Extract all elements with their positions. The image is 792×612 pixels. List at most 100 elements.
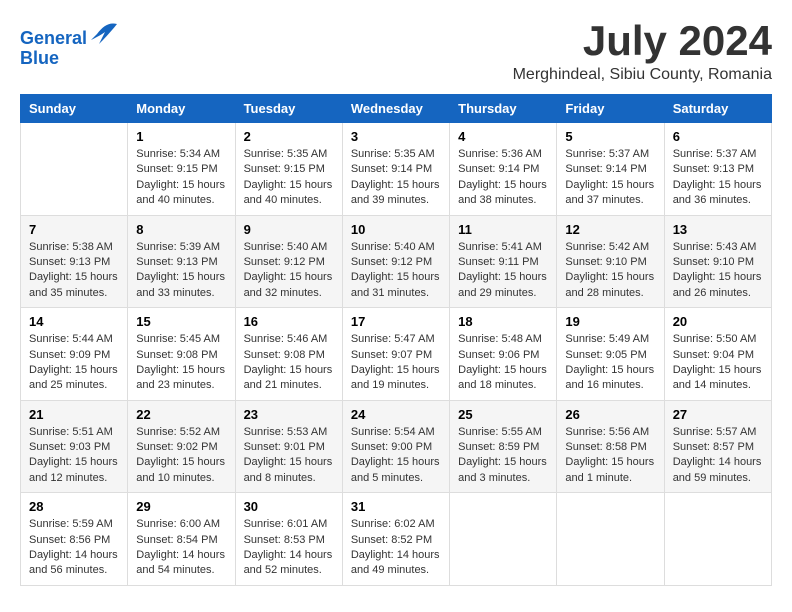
calendar-cell: 19 Sunrise: 5:49 AMSunset: 9:05 PMDayligh… xyxy=(557,308,664,401)
day-header-thursday: Thursday xyxy=(450,95,557,123)
day-info: Sunrise: 5:56 AMSunset: 8:58 PMDaylight:… xyxy=(565,425,655,487)
day-header-tuesday: Tuesday xyxy=(235,95,342,123)
day-number: 19 xyxy=(565,314,655,329)
day-info: Sunrise: 5:46 AMSunset: 9:08 PMDaylight:… xyxy=(244,332,334,394)
day-info: Sunrise: 5:41 AMSunset: 9:11 PMDaylight:… xyxy=(458,240,548,302)
calendar-cell: 5Sunrise: 5:37 AMSunset: 9:14 PMDaylight… xyxy=(557,123,664,216)
calendar-week-row: 14 Sunrise: 5:44 AMSunset: 9:09 PMDayligh… xyxy=(21,308,772,401)
day-number: 24 xyxy=(351,407,441,422)
day-info: Sunrise: 5:53 AMSunset: 9:01 PMDaylight:… xyxy=(244,425,334,487)
day-info: Sunrise: 5:40 AMSunset: 9:12 PMDaylight:… xyxy=(351,240,441,302)
day-header-saturday: Saturday xyxy=(664,95,771,123)
calendar-week-row: 1 Sunrise: 5:34 AMSunset: 9:15 PMDaylight… xyxy=(21,123,772,216)
day-number: 2 xyxy=(244,129,334,144)
calendar-cell: 2 Sunrise: 5:35 AMSunset: 9:15 PMDaylight… xyxy=(235,123,342,216)
day-number: 11 xyxy=(458,222,548,237)
calendar-week-row: 28 Sunrise: 5:59 AMSunset: 8:56 PMDayligh… xyxy=(21,493,772,586)
day-number: 28 xyxy=(29,499,119,514)
day-number: 23 xyxy=(244,407,334,422)
day-number: 29 xyxy=(136,499,226,514)
day-number: 17 xyxy=(351,314,441,329)
calendar-cell: 27 Sunrise: 5:57 AMSunset: 8:57 PMDayligh… xyxy=(664,400,771,493)
calendar-cell: 31 Sunrise: 6:02 AMSunset: 8:52 PMDayligh… xyxy=(342,493,449,586)
calendar-cell: 9 Sunrise: 5:40 AMSunset: 9:12 PMDaylight… xyxy=(235,215,342,308)
day-info: Sunrise: 5:36 AMSunset: 9:14 PMDaylight:… xyxy=(458,147,548,209)
day-number: 14 xyxy=(29,314,119,329)
logo-bird-icon xyxy=(89,20,119,44)
location-subtitle: Merghindeal, Sibiu County, Romania xyxy=(513,66,772,84)
calendar-cell: 14 Sunrise: 5:44 AMSunset: 9:09 PMDayligh… xyxy=(21,308,128,401)
day-info: Sunrise: 5:50 AMSunset: 9:04 PMDaylight:… xyxy=(673,332,763,394)
day-header-monday: Monday xyxy=(128,95,235,123)
calendar-cell: 20Sunrise: 5:50 AMSunset: 9:04 PMDayligh… xyxy=(664,308,771,401)
calendar-week-row: 21Sunrise: 5:51 AMSunset: 9:03 PMDayligh… xyxy=(21,400,772,493)
day-info: Sunrise: 5:34 AMSunset: 9:15 PMDaylight:… xyxy=(136,147,226,209)
day-info: Sunrise: 5:37 AMSunset: 9:14 PMDaylight:… xyxy=(565,147,655,209)
calendar-cell: 8Sunrise: 5:39 AMSunset: 9:13 PMDaylight… xyxy=(128,215,235,308)
day-info: Sunrise: 5:52 AMSunset: 9:02 PMDaylight:… xyxy=(136,425,226,487)
calendar-cell: 10 Sunrise: 5:40 AMSunset: 9:12 PMDayligh… xyxy=(342,215,449,308)
month-title: July 2024 xyxy=(513,20,772,62)
day-info: Sunrise: 5:54 AMSunset: 9:00 PMDaylight:… xyxy=(351,425,441,487)
day-number: 1 xyxy=(136,129,226,144)
day-number: 22 xyxy=(136,407,226,422)
calendar-cell: 28 Sunrise: 5:59 AMSunset: 8:56 PMDayligh… xyxy=(21,493,128,586)
calendar-cell: 13 Sunrise: 5:43 AMSunset: 9:10 PMDayligh… xyxy=(664,215,771,308)
logo-text: General Blue xyxy=(20,20,119,69)
day-number: 26 xyxy=(565,407,655,422)
logo: General Blue xyxy=(20,20,119,69)
day-number: 7 xyxy=(29,222,119,237)
calendar-cell: 18 Sunrise: 5:48 AMSunset: 9:06 PMDayligh… xyxy=(450,308,557,401)
calendar-cell: 26 Sunrise: 5:56 AMSunset: 8:58 PMDayligh… xyxy=(557,400,664,493)
day-info: Sunrise: 6:01 AMSunset: 8:53 PMDaylight:… xyxy=(244,517,334,579)
day-info: Sunrise: 5:43 AMSunset: 9:10 PMDaylight:… xyxy=(673,240,763,302)
calendar-cell: 3Sunrise: 5:35 AMSunset: 9:14 PMDaylight… xyxy=(342,123,449,216)
day-number: 13 xyxy=(673,222,763,237)
calendar-cell: 22 Sunrise: 5:52 AMSunset: 9:02 PMDayligh… xyxy=(128,400,235,493)
day-number: 6 xyxy=(673,129,763,144)
day-number: 8 xyxy=(136,222,226,237)
calendar-cell: 15Sunrise: 5:45 AMSunset: 9:08 PMDayligh… xyxy=(128,308,235,401)
day-info: Sunrise: 5:59 AMSunset: 8:56 PMDaylight:… xyxy=(29,517,119,579)
day-info: Sunrise: 6:02 AMSunset: 8:52 PMDaylight:… xyxy=(351,517,441,579)
calendar-cell xyxy=(557,493,664,586)
day-info: Sunrise: 5:38 AMSunset: 9:13 PMDaylight:… xyxy=(29,240,119,302)
calendar-cell: 7 Sunrise: 5:38 AMSunset: 9:13 PMDaylight… xyxy=(21,215,128,308)
day-number: 10 xyxy=(351,222,441,237)
calendar-cell: 6 Sunrise: 5:37 AMSunset: 9:13 PMDaylight… xyxy=(664,123,771,216)
calendar-cell: 23 Sunrise: 5:53 AMSunset: 9:01 PMDayligh… xyxy=(235,400,342,493)
day-number: 30 xyxy=(244,499,334,514)
day-number: 15 xyxy=(136,314,226,329)
calendar-cell: 12Sunrise: 5:42 AMSunset: 9:10 PMDayligh… xyxy=(557,215,664,308)
day-info: Sunrise: 5:42 AMSunset: 9:10 PMDaylight:… xyxy=(565,240,655,302)
day-number: 3 xyxy=(351,129,441,144)
calendar-cell xyxy=(664,493,771,586)
calendar-cell: 11 Sunrise: 5:41 AMSunset: 9:11 PMDayligh… xyxy=(450,215,557,308)
day-info: Sunrise: 5:35 AMSunset: 9:15 PMDaylight:… xyxy=(244,147,334,209)
page-header: General Blue July 2024 Merghindeal, Sibi… xyxy=(20,20,772,84)
calendar-cell: 1 Sunrise: 5:34 AMSunset: 9:15 PMDaylight… xyxy=(128,123,235,216)
day-number: 18 xyxy=(458,314,548,329)
day-header-friday: Friday xyxy=(557,95,664,123)
day-number: 4 xyxy=(458,129,548,144)
day-info: Sunrise: 5:57 AMSunset: 8:57 PMDaylight:… xyxy=(673,425,763,487)
day-number: 21 xyxy=(29,407,119,422)
day-number: 25 xyxy=(458,407,548,422)
day-info: Sunrise: 5:44 AMSunset: 9:09 PMDaylight:… xyxy=(29,332,119,394)
day-info: Sunrise: 5:37 AMSunset: 9:13 PMDaylight:… xyxy=(673,147,763,209)
calendar-header-row: SundayMondayTuesdayWednesdayThursdayFrid… xyxy=(21,95,772,123)
calendar-cell: 25Sunrise: 5:55 AMSunset: 8:59 PMDayligh… xyxy=(450,400,557,493)
calendar-cell xyxy=(21,123,128,216)
day-number: 27 xyxy=(673,407,763,422)
calendar-cell: 30 Sunrise: 6:01 AMSunset: 8:53 PMDayligh… xyxy=(235,493,342,586)
day-number: 31 xyxy=(351,499,441,514)
day-info: Sunrise: 5:49 AMSunset: 9:05 PMDaylight:… xyxy=(565,332,655,394)
calendar-week-row: 7 Sunrise: 5:38 AMSunset: 9:13 PMDaylight… xyxy=(21,215,772,308)
day-number: 16 xyxy=(244,314,334,329)
day-number: 9 xyxy=(244,222,334,237)
calendar-table: SundayMondayTuesdayWednesdayThursdayFrid… xyxy=(20,94,772,586)
day-info: Sunrise: 5:48 AMSunset: 9:06 PMDaylight:… xyxy=(458,332,548,394)
calendar-cell: 16 Sunrise: 5:46 AMSunset: 9:08 PMDayligh… xyxy=(235,308,342,401)
day-info: Sunrise: 5:40 AMSunset: 9:12 PMDaylight:… xyxy=(244,240,334,302)
day-info: Sunrise: 5:47 AMSunset: 9:07 PMDaylight:… xyxy=(351,332,441,394)
